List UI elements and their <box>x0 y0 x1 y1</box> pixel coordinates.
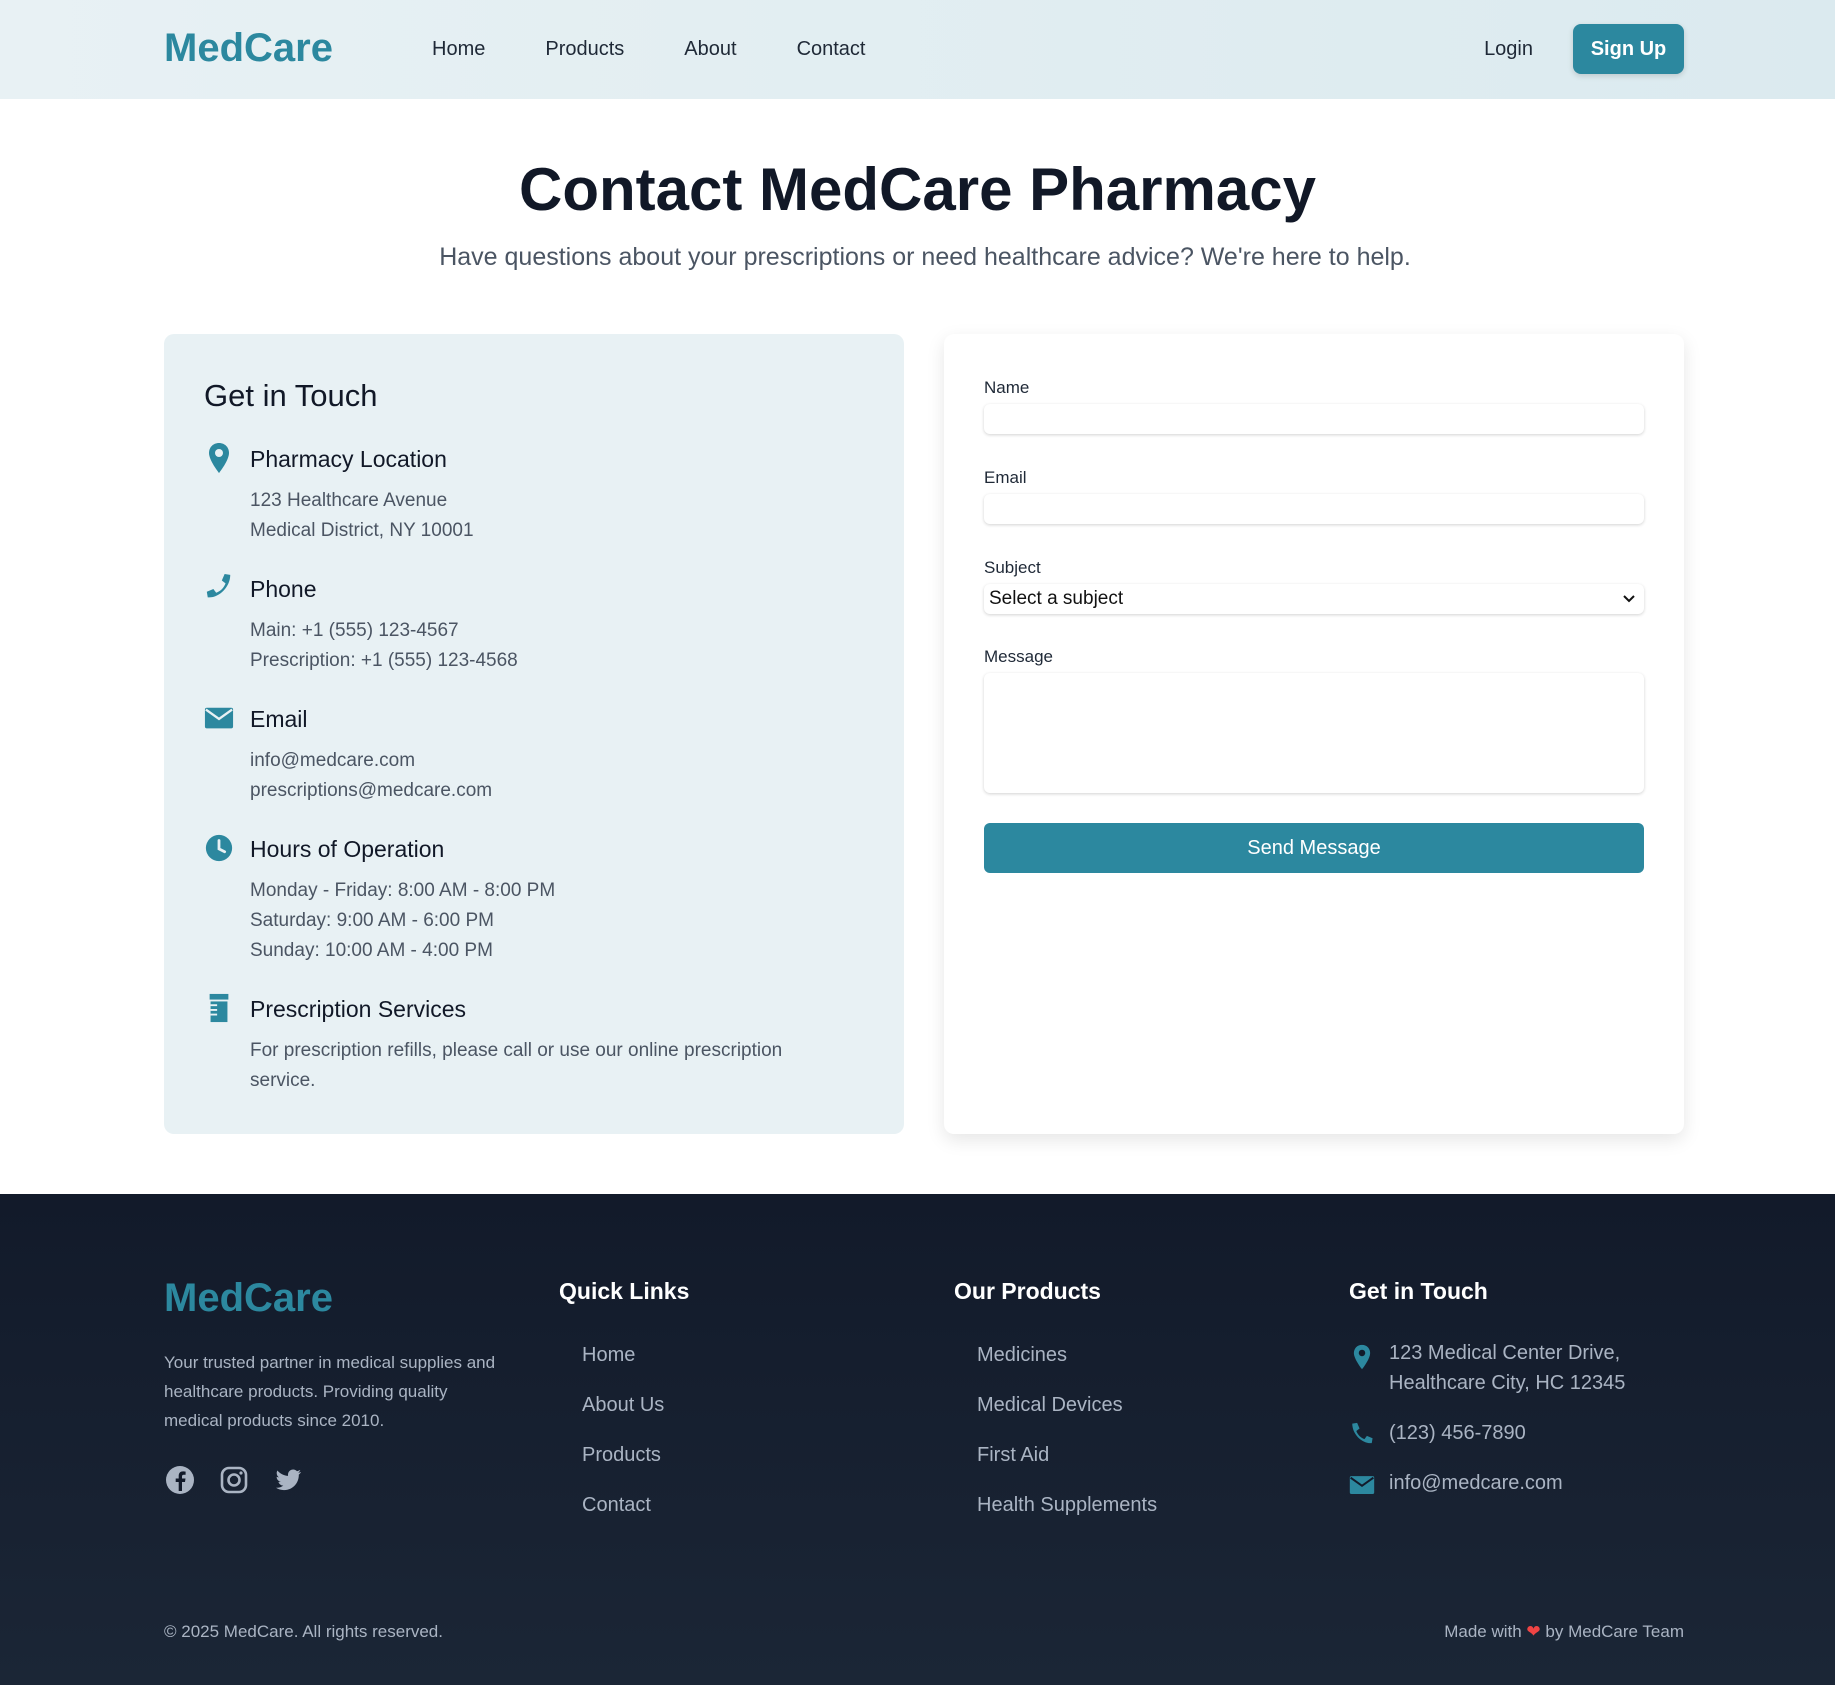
footer-phone[interactable]: (123) 456-7890 <box>1389 1418 1526 1448</box>
info-line: service. <box>250 1070 316 1091</box>
page-subtitle: Have questions about your prescriptions … <box>439 243 1411 271</box>
nav-products[interactable]: Products <box>545 38 624 61</box>
info-line: Main: +1 (555) 123-4567 <box>250 620 459 641</box>
page-title: Contact MedCare Pharmacy <box>519 156 1316 223</box>
info-line: Prescription: +1 (555) 123-4568 <box>250 650 518 671</box>
info-line: prescriptions@medcare.com <box>250 780 493 801</box>
nav-about[interactable]: About <box>684 38 736 61</box>
clock-icon <box>205 834 233 862</box>
logo[interactable]: MedCare <box>164 26 333 71</box>
signup-button[interactable]: Sign Up <box>1573 24 1684 74</box>
footer-quick-links: Quick Links Home About Us Products Conta… <box>559 1278 690 1516</box>
chevron-down-icon <box>1623 595 1635 603</box>
subject-value: Select a subject <box>989 588 1124 609</box>
email-input[interactable] <box>984 494 1644 524</box>
footer-contact: Get in Touch 123 Medical Center Drive, H… <box>1349 1278 1689 1494</box>
footer-heading: Get in Touch <box>1349 1278 1488 1304</box>
subject-select[interactable]: Select a subject <box>984 584 1644 614</box>
footer-products: Our Products Medicines Medical Devices F… <box>954 1278 1157 1516</box>
footer-email[interactable]: info@medcare.com <box>1389 1468 1563 1498</box>
info-line: Sunday: 10:00 AM - 4:00 PM <box>250 940 493 961</box>
subject-label: Subject <box>984 558 1041 577</box>
made-with-suffix: by MedCare Team <box>1545 1622 1684 1641</box>
footer-link-health-supplements[interactable]: Health Supplements <box>977 1494 1157 1517</box>
made-with-prefix: Made with <box>1444 1622 1522 1641</box>
heart-icon: ❤ <box>1526 1622 1541 1641</box>
twitter-icon[interactable] <box>272 1464 304 1496</box>
made-with: Made with ❤ by MedCare Team <box>1444 1622 1684 1642</box>
footer-description: Your trusted partner in medical supplies… <box>164 1353 496 1430</box>
info-title: Prescription Services <box>250 996 467 1022</box>
phone-icon <box>1352 1422 1373 1444</box>
info-heading: Get in Touch <box>204 378 378 413</box>
info-line: For prescription refills, please call or… <box>250 1040 783 1061</box>
message-textarea[interactable] <box>984 673 1644 793</box>
contact-form: Name Email Subject Select a subject Mess… <box>944 334 1684 1134</box>
footer-link-products[interactable]: Products <box>582 1444 661 1467</box>
info-title: Pharmacy Location <box>250 446 447 472</box>
info-title: Email <box>250 706 308 732</box>
nav-contact[interactable]: Contact <box>797 38 866 61</box>
prescription-bottle-icon <box>209 993 229 1023</box>
info-line: info@medcare.com <box>250 750 416 771</box>
phone-icon <box>206 573 231 598</box>
map-pin-icon <box>1353 1344 1371 1370</box>
info-line: Monday - Friday: 8:00 AM - 8:00 PM <box>250 880 556 901</box>
site-footer: MedCare Your trusted partner in medical … <box>0 1194 1835 1685</box>
info-title: Hours of Operation <box>250 836 445 862</box>
name-input[interactable] <box>984 404 1644 434</box>
footer-address-line: 123 Medical Center Drive, <box>1389 1342 1621 1364</box>
site-header: MedCare Home Products About Contact Logi… <box>0 0 1835 99</box>
main-nav: Home Products About Contact <box>432 38 926 61</box>
envelope-icon <box>204 707 234 729</box>
footer-link-medicines[interactable]: Medicines <box>977 1344 1067 1367</box>
copyright: © 2025 MedCare. All rights reserved. <box>164 1622 443 1641</box>
footer-address-line: Healthcare City, HC 12345 <box>1389 1372 1626 1394</box>
message-label: Message <box>984 647 1053 666</box>
nav-home[interactable]: Home <box>432 38 485 61</box>
footer-link-contact[interactable]: Contact <box>582 1494 651 1517</box>
footer-link-first-aid[interactable]: First Aid <box>977 1444 1049 1467</box>
name-label: Name <box>984 378 1030 397</box>
email-label: Email <box>984 468 1027 487</box>
login-link[interactable]: Login <box>1484 38 1533 61</box>
info-title: Phone <box>250 576 317 602</box>
map-pin-icon <box>209 443 229 473</box>
info-line: Saturday: 9:00 AM - 6:00 PM <box>250 910 494 931</box>
footer-link-about[interactable]: About Us <box>582 1394 664 1417</box>
envelope-icon <box>1349 1476 1375 1494</box>
info-line: 123 Healthcare Avenue <box>250 490 448 511</box>
instagram-icon[interactable] <box>218 1464 250 1496</box>
footer-link-home[interactable]: Home <box>582 1344 635 1367</box>
footer-heading: Our Products <box>954 1278 1101 1304</box>
footer-heading: Quick Links <box>559 1278 690 1304</box>
footer-logo: MedCare <box>164 1276 333 1320</box>
footer-link-medical-devices[interactable]: Medical Devices <box>977 1394 1123 1417</box>
facebook-icon[interactable] <box>164 1464 196 1496</box>
info-line: Medical District, NY 10001 <box>250 520 474 541</box>
contact-info-card: Get in Touch Pharmacy Location 123 Healt… <box>164 334 904 1134</box>
send-message-button[interactable]: Send Message <box>984 823 1644 873</box>
